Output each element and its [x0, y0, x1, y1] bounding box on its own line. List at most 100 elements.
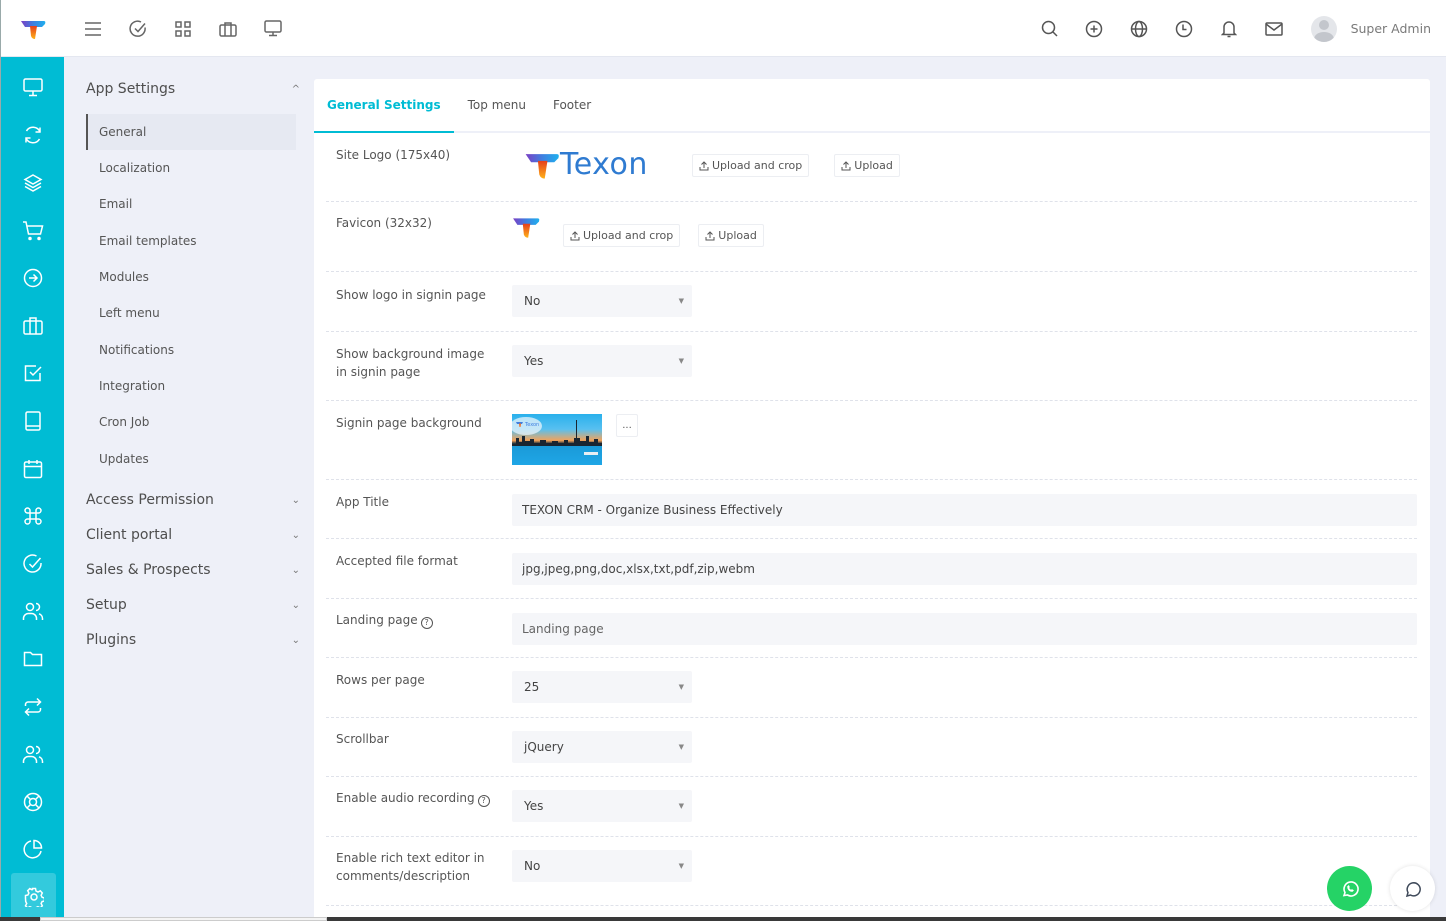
- rail-team[interactable]: [1, 730, 64, 778]
- rail-calendar[interactable]: [1, 445, 64, 493]
- tab-footer[interactable]: Footer: [553, 79, 591, 131]
- upload-icon: [841, 160, 851, 170]
- apps-button[interactable]: [160, 0, 205, 57]
- brand-logo[interactable]: [0, 0, 64, 57]
- sidebar-item-integration[interactable]: Integration: [86, 368, 296, 404]
- rich-text-label: Enable rich text editor in comments/desc…: [336, 851, 485, 883]
- rail-layers[interactable]: [1, 159, 64, 207]
- menu-toggle-button[interactable]: [70, 0, 115, 57]
- group-access-permission[interactable]: Access Permission ⌄: [86, 492, 300, 508]
- rail-notes[interactable]: [1, 397, 64, 445]
- signin-background-thumbnail[interactable]: Texon: [512, 414, 602, 465]
- rail-shortcuts[interactable]: [1, 492, 64, 540]
- group-label: App Settings: [86, 81, 176, 97]
- accepted-file-format-input[interactable]: [512, 553, 1417, 585]
- cart-icon: [22, 220, 43, 240]
- group-sales-prospects[interactable]: Sales & Prospects ⌄: [86, 562, 300, 578]
- rail-files[interactable]: [1, 635, 64, 683]
- app-settings-items: General Localization Email Email templat…: [86, 114, 296, 477]
- rail-transfers[interactable]: [1, 683, 64, 731]
- app-title-input[interactable]: [512, 494, 1417, 526]
- rail-clients[interactable]: [1, 588, 64, 636]
- city-skyline-image: Texon: [512, 417, 602, 455]
- sidebar-item-cron-job[interactable]: Cron Job: [86, 404, 296, 440]
- tab-top-menu[interactable]: Top menu: [468, 79, 526, 131]
- scrollbar-select[interactable]: jQuery ▼: [512, 731, 692, 763]
- settings-sidebar: App Settings ^ General Localization Emai…: [64, 57, 314, 917]
- rail-todo[interactable]: [1, 540, 64, 588]
- audio-recording-select[interactable]: Yes ▼: [512, 790, 692, 822]
- group-plugins[interactable]: Plugins ⌄: [86, 632, 300, 648]
- choose-background-button[interactable]: ...: [616, 414, 638, 437]
- favicon-upload-crop-button[interactable]: Upload and crop: [563, 224, 681, 247]
- help-icon[interactable]: ?: [477, 795, 490, 807]
- landing-page-label: Landing page?: [336, 611, 486, 629]
- group-app-settings[interactable]: App Settings ^: [86, 81, 300, 97]
- taskbar-segment: [40, 917, 327, 921]
- chevron-down-icon: ⌄: [291, 494, 300, 506]
- label-text: Landing page: [336, 613, 418, 627]
- sidebar-item-general[interactable]: General: [86, 114, 296, 150]
- sidebar-item-updates[interactable]: Updates: [86, 440, 296, 476]
- sidebar-item-notifications[interactable]: Notifications: [86, 331, 296, 367]
- notifications-button[interactable]: [1207, 0, 1252, 57]
- search-button[interactable]: [1027, 0, 1072, 57]
- label-text: Enable audio recording: [336, 791, 475, 805]
- tab-general-settings[interactable]: General Settings: [314, 79, 454, 133]
- sidebar-item-localization[interactable]: Localization: [86, 150, 296, 186]
- clock-icon: [1175, 20, 1193, 37]
- favicon-upload-button[interactable]: Upload: [698, 224, 764, 247]
- sidebar-item-modules[interactable]: Modules: [86, 259, 296, 295]
- taskbar-strip: [0, 917, 1446, 921]
- show-bg-signin-select[interactable]: Yes ▼: [512, 345, 692, 377]
- caret-down-icon: ▼: [678, 357, 684, 365]
- row-show-logo-signin: Show logo in signin page No ▼: [326, 272, 1417, 332]
- rail-reports[interactable]: [1, 826, 64, 874]
- sidebar-item-left-menu[interactable]: Left menu: [86, 295, 296, 331]
- dashboard-button[interactable]: [250, 0, 295, 57]
- help-icon[interactable]: ?: [420, 617, 433, 629]
- row-rich-text-editor: Enable rich text editor in comments/desc…: [326, 837, 1417, 906]
- rail-leads[interactable]: [1, 254, 64, 302]
- chat-button[interactable]: [1390, 866, 1435, 911]
- sidebar-item-email[interactable]: Email: [86, 186, 296, 222]
- messages-button[interactable]: [1252, 0, 1297, 57]
- user-menu[interactable]: Super Admin: [1310, 15, 1431, 42]
- rail-settings[interactable]: [11, 873, 56, 921]
- sidebar-item-email-templates[interactable]: Email templates: [86, 223, 296, 259]
- tasks-button[interactable]: [115, 0, 160, 57]
- command-icon: [23, 507, 42, 525]
- check-circle-icon: [22, 554, 42, 573]
- rows-per-page-select[interactable]: 25 ▼: [512, 671, 692, 703]
- whatsapp-button[interactable]: [1327, 866, 1372, 911]
- rail-dashboard[interactable]: [1, 64, 64, 112]
- language-button[interactable]: [1117, 0, 1162, 57]
- projects-button[interactable]: [205, 0, 250, 57]
- rail-tasks[interactable]: [1, 350, 64, 398]
- search-icon: [1041, 20, 1058, 37]
- rail-cart[interactable]: [1, 207, 64, 255]
- settings-card: General Settings Top menu Footer Site Lo…: [314, 79, 1430, 921]
- mail-icon: [1265, 21, 1283, 36]
- texon-logo-icon: [525, 153, 559, 179]
- quick-add-button[interactable]: [1072, 0, 1117, 57]
- timer-button[interactable]: [1162, 0, 1207, 57]
- group-label: Setup: [86, 597, 127, 613]
- rail-projects[interactable]: [1, 302, 64, 350]
- chevron-down-icon: ⌄: [291, 599, 300, 611]
- favicon-label: Favicon (32x32): [336, 216, 432, 230]
- svg-text:Texon: Texon: [524, 422, 539, 428]
- chevron-down-icon: ⌄: [291, 564, 300, 576]
- group-setup[interactable]: Setup ⌄: [86, 597, 300, 613]
- chevron-up-icon: ^: [291, 83, 300, 95]
- check-circle-icon: [128, 19, 146, 37]
- rail-support[interactable]: [1, 778, 64, 826]
- show-logo-signin-select[interactable]: No ▼: [512, 285, 692, 317]
- rich-text-select[interactable]: No ▼: [512, 850, 692, 882]
- grid-icon: [174, 20, 191, 37]
- logo-upload-button[interactable]: Upload: [834, 154, 900, 177]
- group-client-portal[interactable]: Client portal ⌄: [86, 527, 300, 543]
- landing-page-input[interactable]: [512, 613, 1417, 645]
- logo-upload-crop-button[interactable]: Upload and crop: [692, 154, 810, 177]
- rail-sync[interactable]: [1, 112, 64, 160]
